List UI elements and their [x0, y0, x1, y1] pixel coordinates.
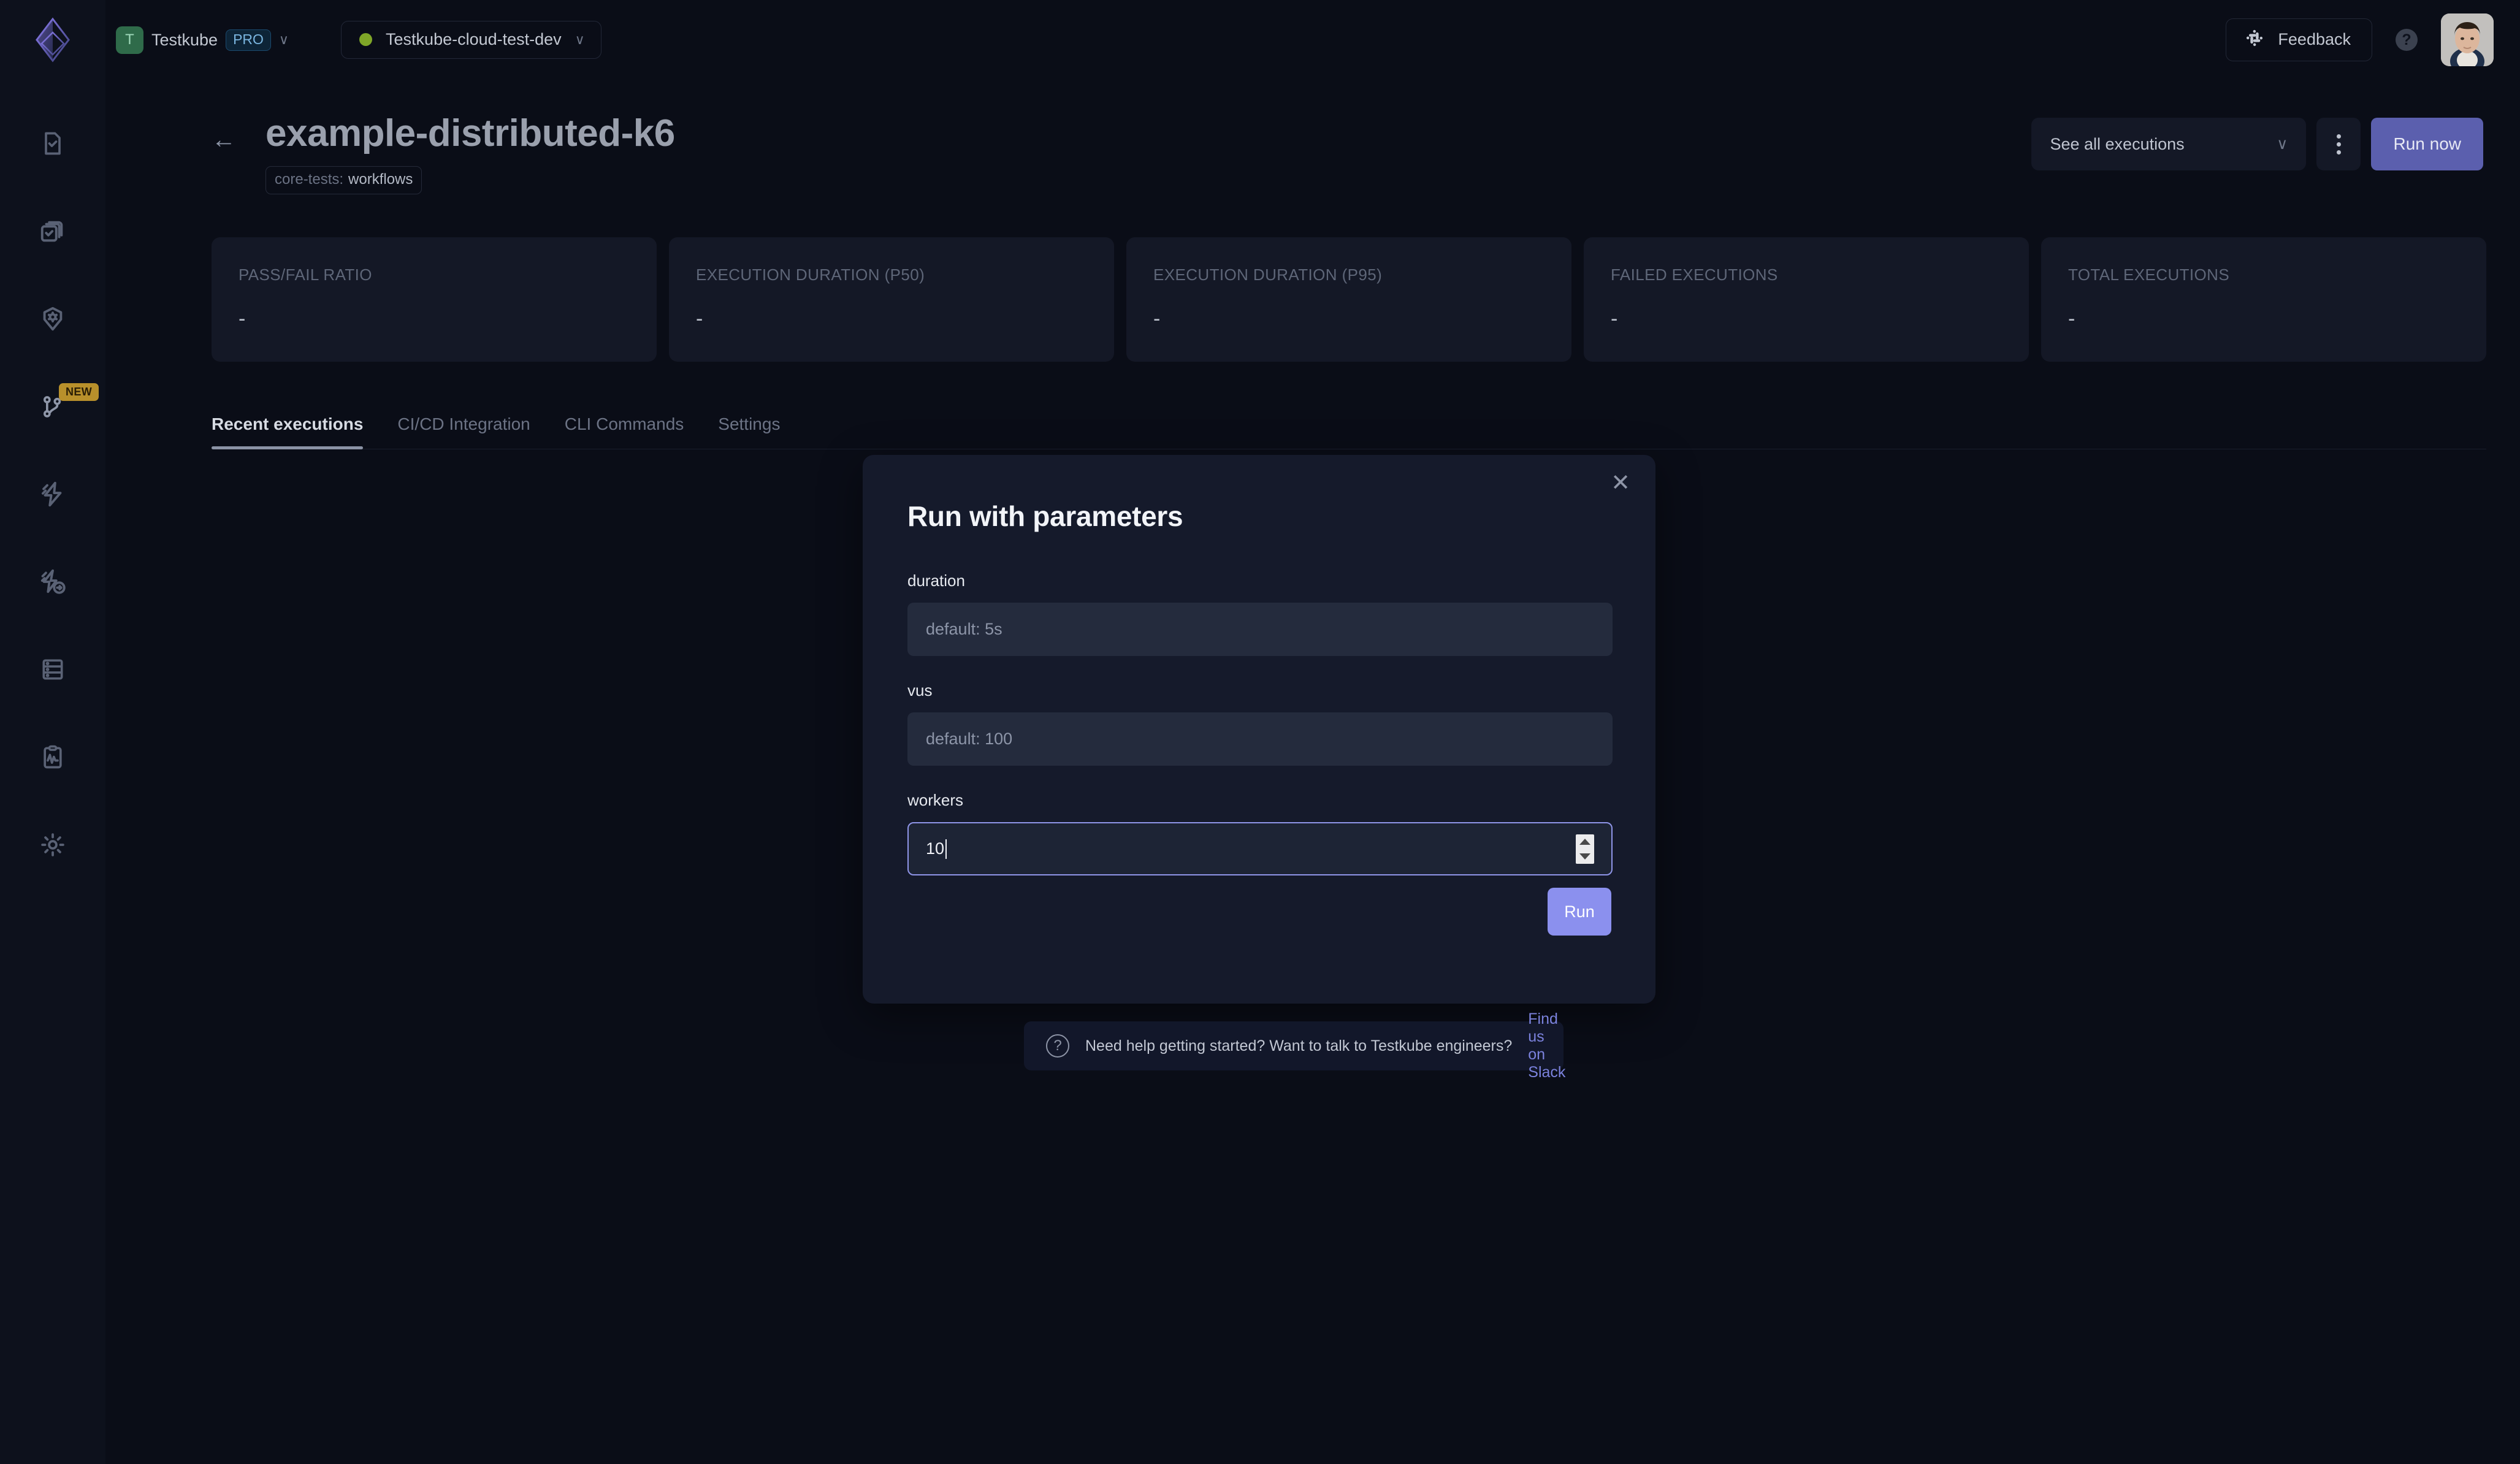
- metric-card-value: -: [2068, 307, 2075, 331]
- field-workers: workers 10: [907, 791, 1613, 875]
- stepper-up-icon[interactable]: [1579, 838, 1590, 845]
- vus-input[interactable]: default: 100: [907, 712, 1613, 766]
- project-name: Testkube-cloud-test-dev: [386, 30, 562, 48]
- testkube-logo[interactable]: [26, 13, 79, 66]
- sidebar-item-tests[interactable]: [0, 99, 105, 187]
- status-dot-icon: [359, 33, 373, 46]
- metric-cards: PASS/FAIL RATIO - EXECUTION DURATION (P5…: [212, 237, 2520, 362]
- metric-card: PASS/FAIL RATIO -: [212, 237, 657, 362]
- page-header: ← example-distributed-k6 core-tests: wor…: [105, 80, 2520, 195]
- run-with-parameters-modal: ✕ Run with parameters duration default: …: [863, 455, 1655, 1004]
- tab-settings[interactable]: Settings: [718, 414, 780, 449]
- back-button[interactable]: ←: [212, 128, 236, 152]
- metric-card-value: -: [1611, 307, 1618, 331]
- top-bar: T Testkube PRO ∨ Testkube-cloud-test-dev…: [105, 0, 2520, 80]
- metric-card-label: PASS/FAIL RATIO: [239, 265, 372, 284]
- sidebar-item-test-suites[interactable]: [0, 187, 105, 275]
- help-banner-text: Need help getting started? Want to talk …: [1085, 1037, 1513, 1054]
- number-stepper[interactable]: [1576, 834, 1594, 864]
- environments-server-icon: [39, 656, 66, 683]
- avatar[interactable]: [2441, 13, 2494, 66]
- plan-badge: PRO: [226, 29, 271, 51]
- field-label: workers: [907, 791, 964, 809]
- page-title: example-distributed-k6: [265, 112, 675, 154]
- metric-card-label: EXECUTION DURATION (P95): [1153, 265, 1383, 284]
- chevron-down-icon: ∨: [278, 32, 289, 47]
- metric-card-value: -: [239, 307, 246, 331]
- chevron-down-icon: ∨: [575, 31, 585, 47]
- org-avatar: T: [116, 26, 143, 54]
- field-label: duration: [907, 571, 965, 590]
- top-bar-actions: Feedback ?: [2226, 13, 2494, 66]
- sidebar: NEW: [0, 0, 105, 1464]
- metric-card-value: -: [1153, 307, 1161, 331]
- executions-select-label: See all executions: [2050, 134, 2185, 153]
- tab-recent-executions[interactable]: Recent executions: [212, 414, 364, 450]
- tab-bar: Recent executions CI/CD Integration CLI …: [212, 414, 2486, 450]
- help-icon[interactable]: ?: [2396, 29, 2418, 51]
- more-vertical-icon: [2336, 134, 2341, 139]
- tab-cli-commands[interactable]: CLI Commands: [565, 414, 684, 449]
- field-duration: duration default: 5s: [907, 571, 1613, 656]
- shield-gear-icon: [39, 305, 67, 333]
- field-label: vus: [907, 681, 933, 700]
- question-circle-icon: ?: [1046, 1034, 1069, 1058]
- webhooks-bolt-arrow-icon: [39, 568, 67, 596]
- vus-placeholder: default: 100: [926, 730, 1013, 748]
- duration-input[interactable]: default: 5s: [907, 603, 1613, 656]
- label-chip-value: workflows: [348, 171, 413, 188]
- close-icon[interactable]: ✕: [1611, 471, 1630, 495]
- org-switcher[interactable]: T Testkube PRO ∨: [116, 26, 289, 54]
- help-banner: ? Need help getting started? Want to tal…: [1024, 1010, 1565, 1081]
- label-chip-key: core-tests:: [275, 171, 344, 188]
- sidebar-new-badge: NEW: [59, 383, 99, 401]
- metric-card: FAILED EXECUTIONS -: [1584, 237, 2029, 362]
- more-vertical-icon: [2336, 150, 2341, 154]
- field-vus: vus default: 100: [907, 681, 1613, 766]
- sidebar-item-status-pages[interactable]: [0, 713, 105, 801]
- metric-card: EXECUTION DURATION (P95) -: [1126, 237, 1571, 362]
- sidebar-item-triggers[interactable]: [0, 450, 105, 538]
- sidebar-item-test-sources[interactable]: [0, 275, 105, 362]
- metric-card-label: TOTAL EXECUTIONS: [2068, 265, 2230, 284]
- chevron-down-icon: ∨: [2277, 135, 2288, 153]
- metric-card: EXECUTION DURATION (P50) -: [669, 237, 1114, 362]
- duration-placeholder: default: 5s: [926, 620, 1002, 638]
- feedback-button[interactable]: Feedback: [2226, 18, 2372, 61]
- project-selector[interactable]: Testkube-cloud-test-dev ∨: [341, 21, 601, 59]
- modal-title: Run with parameters: [907, 500, 1183, 532]
- run-submit-button[interactable]: Run: [1548, 888, 1611, 936]
- status-pages-clipboard-icon: [39, 744, 66, 771]
- label-chip: core-tests: workflows: [265, 166, 422, 195]
- tab-cicd-integration[interactable]: CI/CD Integration: [397, 414, 530, 449]
- metric-card: TOTAL EXECUTIONS -: [2041, 237, 2486, 362]
- page-header-actions: See all executions ∨ Run now: [2031, 118, 2483, 170]
- main-content: ← example-distributed-k6 core-tests: wor…: [105, 80, 2520, 450]
- sidebar-items: NEW: [0, 99, 105, 888]
- sidebar-item-webhooks[interactable]: [0, 538, 105, 625]
- metric-card-label: FAILED EXECUTIONS: [1611, 265, 1778, 284]
- stepper-down-icon[interactable]: [1579, 853, 1590, 860]
- sidebar-item-environments[interactable]: [0, 625, 105, 713]
- sidebar-item-workflows[interactable]: NEW: [0, 362, 105, 450]
- test-suites-icon: [39, 217, 67, 245]
- slack-link[interactable]: Find us on Slack: [1528, 1010, 1565, 1081]
- metric-card-value: -: [696, 307, 703, 331]
- more-vertical-icon: [2336, 142, 2341, 147]
- text-caret: [945, 839, 947, 859]
- more-options-button[interactable]: [2316, 118, 2361, 170]
- feedback-label: Feedback: [2278, 30, 2351, 48]
- triggers-bolt-icon: [39, 480, 67, 508]
- test-file-icon: [39, 130, 66, 157]
- org-name: Testkube: [151, 30, 218, 49]
- settings-gear-icon: [39, 831, 67, 859]
- slack-icon: [2245, 28, 2264, 51]
- run-now-button[interactable]: Run now: [2371, 118, 2483, 170]
- metric-card-label: EXECUTION DURATION (P50): [696, 265, 925, 284]
- workers-value: 10: [926, 839, 945, 858]
- executions-select[interactable]: See all executions ∨: [2031, 118, 2307, 170]
- sidebar-item-settings[interactable]: [0, 801, 105, 888]
- workers-input[interactable]: 10: [907, 822, 1613, 875]
- title-block: example-distributed-k6 core-tests: workf…: [265, 112, 675, 195]
